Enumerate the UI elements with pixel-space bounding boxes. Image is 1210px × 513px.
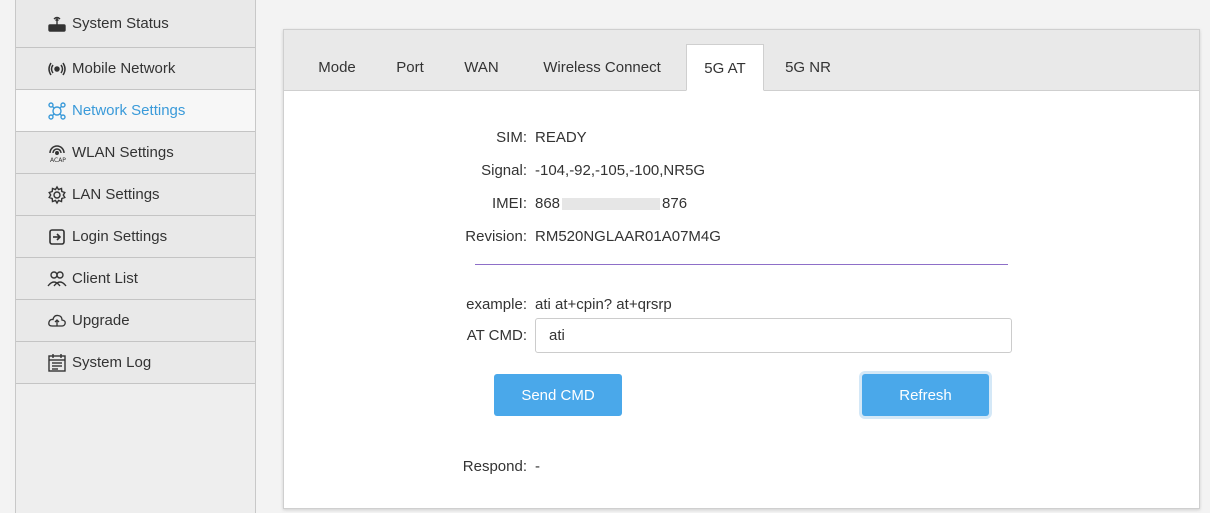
send-cmd-button[interactable]: Send CMD — [494, 374, 622, 416]
example-row: example: ati at+cpin? at+qrsrp — [284, 296, 672, 313]
tab-wireless-connect[interactable]: Wireless Connect — [536, 44, 668, 90]
tab-5g-nr[interactable]: 5G NR — [780, 44, 836, 90]
calendar-log-icon — [46, 353, 68, 373]
tab-bar: Mode Port WAN Wireless Connect 5G AT 5G … — [284, 30, 1199, 91]
tab-wan[interactable]: WAN — [459, 44, 504, 90]
example-value: ati at+cpin? at+qrsrp — [535, 296, 672, 313]
content-panel: Mode Port WAN Wireless Connect 5G AT 5G … — [283, 29, 1200, 509]
at-cmd-input[interactable] — [535, 318, 1012, 353]
sim-label: SIM: — [496, 129, 527, 146]
cloud-upload-icon — [46, 311, 68, 331]
example-label: example: — [466, 296, 527, 313]
sidebar-item-lan-settings[interactable]: LAN Settings — [16, 174, 255, 216]
wlan-acap-icon: ACAP — [46, 143, 68, 163]
imei-value-prefix: 868 — [535, 195, 561, 212]
refresh-button[interactable]: Refresh — [862, 374, 989, 416]
sidebar-item-label: System Log — [72, 354, 152, 371]
section-divider — [475, 264, 1008, 265]
sidebar-item-upgrade[interactable]: Upgrade — [16, 300, 255, 342]
sidebar-item-label: Mobile Network — [72, 60, 176, 77]
radio-waves-icon — [46, 59, 68, 79]
gear-icon — [46, 185, 68, 205]
revision-row: Revision: RM520NGLAAR01A07M4G — [284, 228, 721, 245]
sidebar-item-network-settings[interactable]: Network Settings — [16, 90, 255, 132]
sidebar: System Status Mobile Network Network Set… — [15, 0, 256, 513]
sidebar-item-label: Network Settings — [72, 102, 186, 119]
at-cmd-label-row: AT CMD: — [284, 327, 535, 344]
respond-label: Respond: — [462, 458, 527, 475]
sidebar-item-mobile-network[interactable]: Mobile Network — [16, 48, 255, 90]
signal-label: Signal: — [481, 162, 527, 179]
at-cmd-label: AT CMD: — [466, 327, 527, 344]
sidebar-item-wlan-settings[interactable]: ACAP WLAN Settings — [16, 132, 255, 174]
tab-port[interactable]: Port — [390, 44, 430, 90]
imei-value-suffix: 876 — [662, 195, 688, 212]
sidebar-item-client-list[interactable]: Client List — [16, 258, 255, 300]
sidebar-item-label: WLAN Settings — [72, 144, 174, 161]
signal-value: -104,-92,-105,-100,NR5G — [535, 162, 706, 179]
imei-label: IMEI: — [491, 195, 527, 212]
sidebar-item-login-settings[interactable]: Login Settings — [16, 216, 255, 258]
sim-value: READY — [535, 129, 587, 146]
signal-row: Signal: -104,-92,-105,-100,NR5G — [284, 162, 705, 179]
respond-row: Respond: - — [284, 458, 540, 475]
sidebar-item-label: System Status — [72, 15, 169, 32]
svg-text:ACAP: ACAP — [50, 157, 66, 163]
revision-value: RM520NGLAAR01A07M4G — [535, 228, 721, 245]
sim-row: SIM: READY — [284, 129, 587, 146]
revision-label: Revision: — [465, 228, 527, 245]
imei-row: IMEI: 868 876 — [284, 195, 687, 212]
sidebar-item-system-status[interactable]: System Status — [16, 0, 255, 48]
router-icon — [46, 14, 68, 34]
sidebar-item-system-log[interactable]: System Log — [16, 342, 255, 384]
login-icon — [46, 227, 68, 247]
tab-5g-at[interactable]: 5G AT — [686, 44, 764, 91]
tab-mode[interactable]: Mode — [312, 44, 362, 90]
imei-redaction — [562, 198, 661, 211]
users-icon — [46, 269, 68, 289]
sidebar-item-label: Client List — [72, 270, 138, 287]
sidebar-item-label: Upgrade — [72, 312, 130, 329]
respond-value: - — [535, 458, 540, 475]
sidebar-item-label: Login Settings — [72, 228, 168, 245]
sidebar-item-label: LAN Settings — [72, 186, 160, 203]
network-icon — [46, 101, 68, 121]
